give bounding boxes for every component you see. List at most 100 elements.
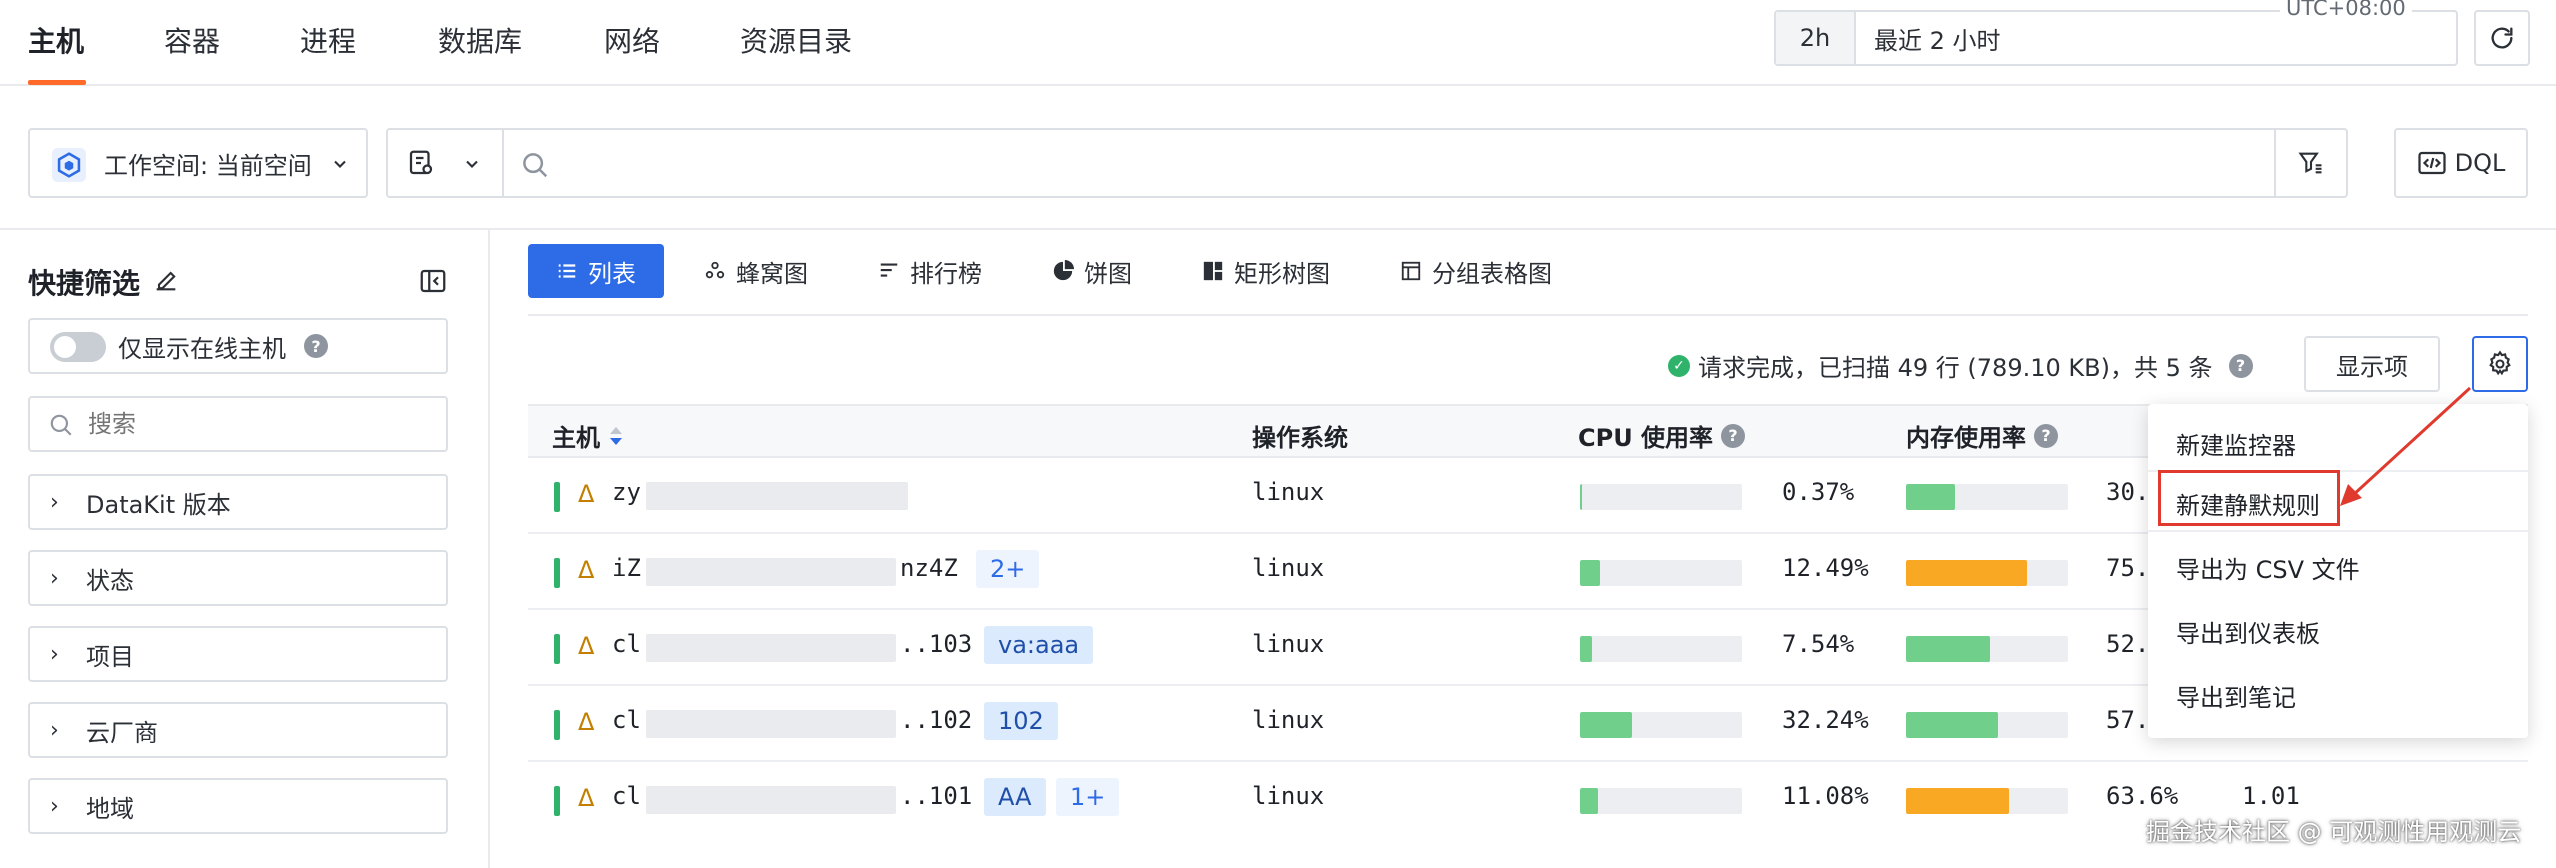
linux-icon: Δ: [578, 556, 595, 584]
filter-group-datakit-version[interactable]: › DataKit 版本: [28, 474, 448, 530]
menu-item-export-csv[interactable]: 导出为 CSV 文件: [2176, 550, 2360, 585]
cpu-usage-value: 32.24%: [1782, 706, 1869, 734]
filter-group-status[interactable]: › 状态: [28, 550, 448, 606]
mem-usage-value: 75.: [2106, 554, 2150, 582]
search-icon: [50, 414, 72, 436]
refresh-button[interactable]: [2474, 10, 2530, 66]
host-name[interactable]: cl: [612, 706, 641, 734]
view-tab-treemap[interactable]: 矩形树图: [1202, 244, 1330, 298]
column-label: 主机: [552, 424, 600, 452]
dql-button[interactable]: DQL: [2394, 128, 2528, 198]
mem-usage-fill: [1906, 636, 1990, 662]
mem-usage-bar: [1906, 712, 2068, 738]
chevron-right-icon: ›: [50, 565, 59, 591]
filter-group-label: 云厂商: [86, 718, 158, 747]
edit-icon[interactable]: [152, 266, 180, 294]
cpu-usage-bar: [1580, 712, 1742, 738]
view-tab-label: 饼图: [1084, 259, 1132, 288]
column-mem[interactable]: 内存使用率 ?: [1906, 418, 2058, 453]
workspace-label: 工作空间: 当前空间: [104, 151, 312, 180]
view-tab-label: 蜂窝图: [736, 259, 808, 288]
host-name[interactable]: zy: [612, 478, 641, 506]
online-status-indicator: [554, 710, 560, 740]
mem-usage-bar: [1906, 484, 2068, 510]
help-icon[interactable]: ?: [1721, 423, 1746, 448]
redacted-text: [646, 634, 896, 662]
tab-network[interactable]: 网络: [604, 20, 660, 60]
filter-button[interactable]: [2274, 130, 2346, 196]
host-name-suffix: nz4Z: [900, 554, 958, 582]
sidebar-search: [28, 396, 448, 452]
redacted-text: [646, 558, 896, 586]
sidebar-divider: [488, 230, 490, 868]
view-tab-pie[interactable]: 饼图: [1052, 244, 1132, 298]
online-toggle[interactable]: [50, 332, 106, 362]
time-quick-select[interactable]: 2h: [1776, 12, 1856, 64]
menu-item-export-dashboard[interactable]: 导出到仪表板: [2176, 614, 2320, 649]
tag-badge[interactable]: 2+: [976, 550, 1040, 588]
tag-badge[interactable]: AA: [984, 778, 1046, 816]
tag-badge[interactable]: 102: [984, 702, 1058, 740]
tab-hosts[interactable]: 主机: [28, 20, 84, 60]
redacted-text: [646, 482, 908, 510]
data-source-selector[interactable]: [388, 130, 504, 196]
host-name[interactable]: iZ: [612, 554, 641, 582]
mem-usage-fill: [1906, 788, 2009, 814]
sort-icon[interactable]: [608, 425, 624, 447]
active-tab-indicator: [28, 80, 86, 85]
view-tab-list[interactable]: 列表: [528, 244, 664, 298]
view-tab-grouped-table[interactable]: 分组表格图: [1400, 244, 1552, 298]
column-label: 内存使用率: [1906, 424, 2026, 452]
redacted-text: [646, 710, 896, 738]
search-bar: [386, 128, 2348, 198]
data-source-icon: [409, 150, 433, 175]
redacted-text: [646, 786, 896, 814]
host-name[interactable]: cl: [612, 782, 641, 810]
help-icon[interactable]: ?: [2034, 423, 2058, 448]
annotation-arrow: [2340, 386, 2472, 506]
tag-badge[interactable]: va:aaa: [984, 626, 1094, 664]
filter-group-project[interactable]: › 项目: [28, 626, 448, 682]
tab-processes[interactable]: 进程: [300, 20, 356, 60]
collapse-sidebar-icon[interactable]: [418, 266, 448, 296]
code-icon: [2418, 151, 2446, 175]
cpu-usage-bar: [1580, 560, 1742, 586]
view-tab-honeycomb[interactable]: 蜂窝图: [704, 244, 808, 298]
view-tab-label: 矩形树图: [1234, 259, 1330, 288]
search-input[interactable]: [558, 140, 2258, 186]
tab-resource-catalog[interactable]: 资源目录: [740, 20, 852, 60]
menu-item-new-monitor[interactable]: 新建监控器: [2176, 426, 2296, 461]
host-name-suffix: ..103: [900, 630, 973, 658]
online-status-indicator: [554, 786, 560, 816]
time-range-label: 最近 2 小时: [1874, 26, 2001, 55]
column-cpu[interactable]: CPU 使用率 ?: [1578, 418, 1746, 453]
column-os[interactable]: 操作系统: [1252, 418, 1348, 453]
tab-databases[interactable]: 数据库: [438, 20, 522, 60]
tag-badge[interactable]: 1+: [1056, 778, 1120, 816]
online-only-filter: 仅显示在线主机 ?: [28, 318, 448, 374]
sidebar-search-input[interactable]: [88, 406, 428, 444]
filter-group-label: 状态: [86, 566, 134, 595]
filter-group-region[interactable]: › 地域: [28, 778, 448, 834]
divider: [528, 314, 2528, 316]
dql-label: DQL: [2454, 149, 2506, 177]
column-host[interactable]: 主机: [552, 418, 624, 453]
mem-usage-value: 30.: [2106, 478, 2150, 506]
mem-usage-bar: [1906, 560, 2068, 586]
filter-group-cloud-provider[interactable]: › 云厂商: [28, 702, 448, 758]
workspace-selector[interactable]: 工作空间: 当前空间: [28, 128, 368, 198]
host-name[interactable]: cl: [612, 630, 641, 658]
menu-item-export-notebook[interactable]: 导出到笔记: [2176, 678, 2296, 713]
mem-usage-fill: [1906, 712, 1998, 738]
os-value: linux: [1252, 630, 1325, 658]
tab-containers[interactable]: 容器: [164, 20, 220, 60]
annotation-highlight-box: [2158, 470, 2340, 526]
view-tab-ranking[interactable]: 排行榜: [878, 244, 982, 298]
help-icon[interactable]: ?: [2228, 353, 2253, 378]
cpu-usage-value: 0.37%: [1782, 478, 1855, 506]
column-label: CPU 使用率: [1578, 424, 1714, 452]
help-icon[interactable]: ?: [304, 334, 328, 358]
chevron-down-icon: [466, 160, 478, 168]
treemap-icon: [1203, 261, 1223, 281]
online-toggle-label: 仅显示在线主机: [118, 334, 286, 363]
